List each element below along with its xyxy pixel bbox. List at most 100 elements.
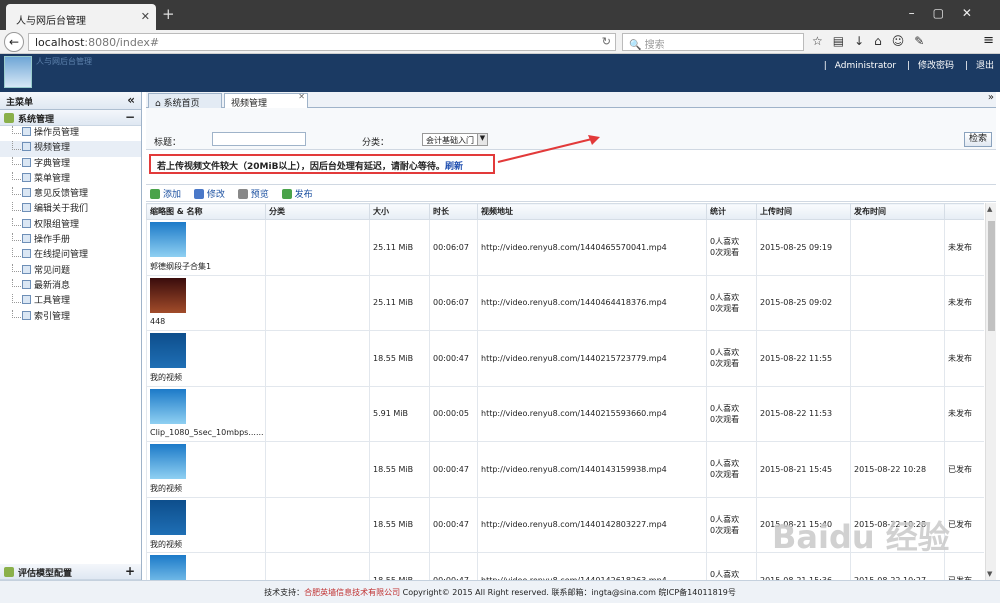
table-row[interactable]: 448 25.11 MiB 00:06:07 http://video.renyu8.… [146, 274, 984, 331]
sidebar-item-news[interactable]: 最新消息 [0, 278, 141, 294]
expand-group-icon[interactable]: + [125, 564, 135, 578]
sidebar-item-permissions[interactable]: 权限组管理 [0, 217, 141, 233]
preview-button[interactable]: 预览 [237, 187, 269, 200]
sidebar-item-manual[interactable]: 操作手册 [0, 233, 141, 248]
sidebar-item-label: 最新消息 [34, 280, 71, 291]
sidebar-group-model[interactable]: 评估模型配置 + [0, 564, 141, 580]
sidebar-item-operator[interactable]: 操作员管理 [0, 126, 141, 141]
collapse-group-icon[interactable]: − [125, 110, 135, 124]
footer-company-link[interactable]: 合肥英墙信息技术有限公司 [304, 588, 400, 597]
column-header[interactable]: 时长 [429, 203, 478, 220]
publish-button[interactable]: 发布 [281, 187, 313, 200]
sidebar-item-label: 在线提问管理 [34, 250, 89, 261]
sidebar-item-tools[interactable]: 工具管理 [0, 294, 141, 309]
search-button[interactable]: 检索 [964, 132, 992, 147]
video-thumbnail[interactable] [150, 222, 186, 257]
column-header[interactable]: 上传时间 [756, 203, 851, 220]
publish-time-cell [850, 330, 945, 387]
sidebar-item-faq[interactable]: 常见问题 [0, 263, 141, 279]
close-tab-icon[interactable]: ✕ [141, 10, 150, 23]
views-count: 0次观看 [710, 470, 740, 480]
close-tab-icon[interactable]: ✕ [298, 92, 305, 101]
table-row[interactable]: 我的视频 18.55 MiB 00:00:47 http://video.renyu8… [146, 330, 984, 387]
publish-time-cell [850, 385, 945, 442]
upload-time-cell: 2015-08-22 11:55 [756, 330, 851, 387]
publish-time-cell [850, 219, 945, 276]
thumbnail-cell: 我的视频 [146, 496, 266, 553]
change-password-link[interactable]: 修改密码 [918, 61, 954, 71]
sidebar-item-label: 字典管理 [34, 158, 71, 169]
tabs-more-icon[interactable]: » [988, 92, 994, 103]
page-icon [22, 218, 31, 228]
column-header[interactable]: 缩略图 & 名称 [146, 203, 266, 220]
sidebar-group-system[interactable]: 系统管理 − [0, 110, 141, 126]
sidebar-item-video[interactable]: 视频管理 [0, 141, 141, 157]
chevron-down-icon[interactable]: ▼ [477, 134, 487, 145]
table-row[interactable]: Clip_1080_5sec_10mbps...... 5.91 MiB 00:00… [146, 385, 984, 442]
add-button[interactable]: 添加 [150, 187, 181, 200]
tab-home[interactable]: ⌂ 系统首页 [148, 93, 222, 109]
refresh-link[interactable]: 刷新 [445, 162, 463, 172]
scroll-down-icon[interactable]: ▼ [987, 570, 992, 578]
likes-count: 0人喜欢 [710, 348, 740, 358]
column-header[interactable]: 视频地址 [477, 203, 707, 220]
views-count: 0次观看 [710, 359, 740, 369]
status-cell: 未发布 [944, 385, 984, 442]
video-thumbnail[interactable] [150, 277, 186, 313]
reload-icon[interactable]: ↻ [602, 35, 611, 48]
user-link[interactable]: Administrator [835, 61, 896, 71]
column-header[interactable]: 分类 [265, 203, 370, 220]
tab-video[interactable]: 视频管理 ✕ [224, 92, 308, 109]
browser-search-input[interactable]: 🔍 搜索 [622, 33, 804, 51]
logout-link[interactable]: 退出 [976, 61, 994, 71]
column-header[interactable]: 大小 [369, 203, 430, 220]
browser-tab[interactable]: 人与网后台管理 ✕ [6, 4, 156, 30]
grid-scrollbar[interactable]: ▲ ▼ [985, 203, 996, 580]
stats-cell: 0人喜欢0次观看 [706, 496, 757, 553]
likes-count: 0人喜欢 [710, 570, 740, 580]
table-row[interactable]: 我的视频 18.55 MiB 00:00:47 http://video.renyu8… [146, 441, 984, 498]
duration-cell: 00:06:07 [429, 274, 478, 331]
back-arrow-icon[interactable]: ← [4, 32, 24, 52]
sidebar-item-dictionary[interactable]: 字典管理 [0, 156, 141, 172]
stats-cell: 0人喜欢0次观看 [706, 219, 757, 276]
sidebar-item-index[interactable]: 索引管理 [0, 309, 141, 325]
url-cell: http://video.renyu8.com/1440143159938.mp… [477, 441, 707, 498]
title-input[interactable] [212, 132, 306, 146]
scroll-thumb[interactable] [988, 221, 995, 331]
video-thumbnail[interactable] [150, 333, 186, 368]
sidebar-item-about[interactable]: 编辑关于我们 [0, 202, 141, 217]
category-cell [265, 441, 370, 498]
category-select[interactable]: 会计基础入门 ▼ [422, 133, 488, 146]
page-icon [22, 127, 31, 136]
sidebar-item-questions[interactable]: 在线提问管理 [0, 248, 141, 263]
video-thumbnail[interactable] [150, 388, 186, 424]
page-icon [22, 172, 31, 182]
preview-label: 预览 [250, 190, 269, 200]
thumbnail-cell: Clip_1080_5sec_10mbps...... [146, 385, 266, 442]
column-header[interactable]: 统计 [706, 203, 757, 220]
likes-count: 0人喜欢 [710, 237, 740, 247]
page-icon [22, 234, 31, 244]
scroll-up-icon[interactable]: ▲ [987, 205, 992, 213]
sidebar-item-menu[interactable]: 菜单管理 [0, 171, 141, 187]
video-thumbnail[interactable] [150, 499, 186, 535]
red-arrow-annotation [497, 135, 600, 163]
video-thumbnail[interactable] [150, 444, 186, 479]
video-thumbnail[interactable] [150, 555, 186, 580]
window-controls[interactable]: –▢✕ [909, 6, 990, 20]
new-tab-icon[interactable]: + [162, 5, 175, 23]
address-bar[interactable]: localhost:8080/index# ↻ [28, 33, 616, 51]
hamburger-menu-icon[interactable]: ≡ [983, 33, 994, 48]
app-logo-text: 人与网后台管理 [36, 57, 92, 66]
sidebar-item-feedback[interactable]: 意见反馈管理 [0, 187, 141, 202]
browser-toolbar-icons[interactable]: ☆▤↓⌂☺✎ [812, 34, 934, 48]
edit-button[interactable]: 修改 [193, 187, 225, 200]
column-header[interactable]: 发布时间 [850, 203, 945, 220]
table-row[interactable]: 郭德纲段子合集1 25.11 MiB 00:06:07 http://video.re… [146, 219, 984, 276]
collapse-sidebar-icon[interactable]: « [127, 93, 135, 107]
views-count: 0次观看 [710, 525, 740, 535]
column-header[interactable] [944, 203, 984, 220]
size-cell: 18.55 MiB [369, 330, 430, 387]
status-cell: 已发布 [944, 496, 984, 553]
